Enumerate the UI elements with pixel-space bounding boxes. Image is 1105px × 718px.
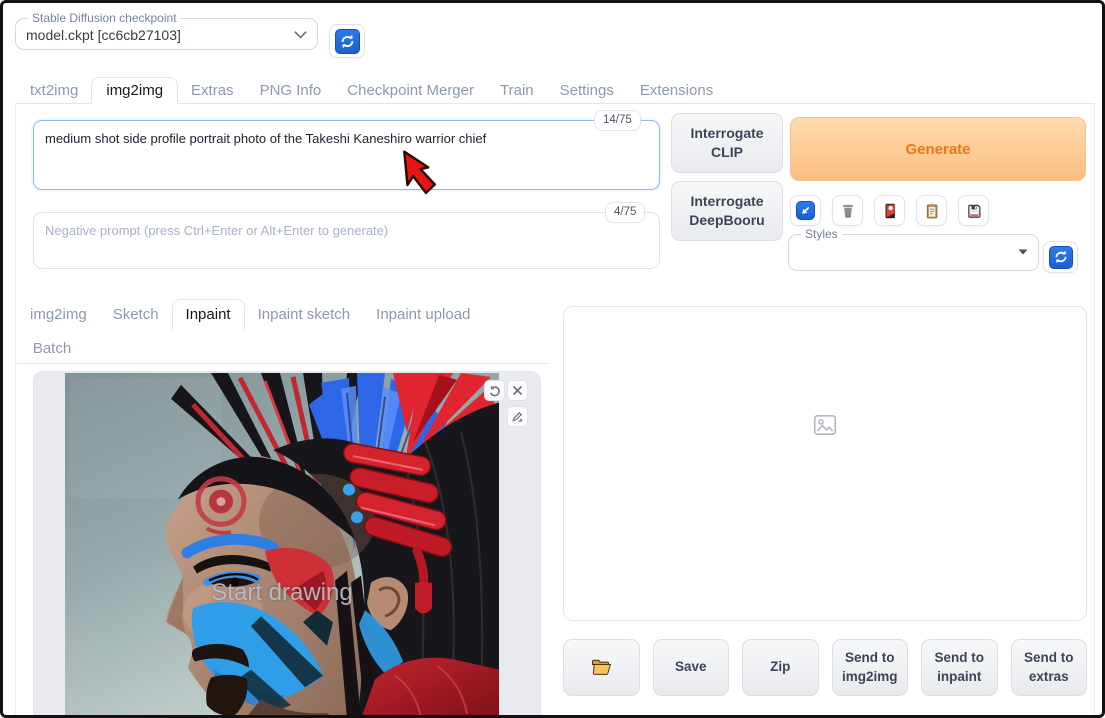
negative-token-counter: 4/75 xyxy=(605,202,646,223)
flower-card-icon xyxy=(881,202,899,220)
tab-txt2img[interactable]: txt2img xyxy=(17,77,91,103)
draw-brush-icon xyxy=(511,410,524,423)
generate-button[interactable]: Generate xyxy=(790,117,1086,181)
result-actions: Save Zip Send to img2img Send to inpaint… xyxy=(563,639,1087,696)
send-to-inpaint-button[interactable]: Send to inpaint xyxy=(921,639,998,696)
checkpoint-dropdown[interactable]: Stable Diffusion checkpoint model.ckpt [… xyxy=(15,11,318,50)
inpaint-canvas[interactable]: Start drawing xyxy=(33,371,541,715)
floppy-disk-icon xyxy=(965,202,983,220)
brush-tool-button[interactable] xyxy=(507,406,528,427)
clear-image-button[interactable] xyxy=(507,380,528,401)
chevron-down-icon xyxy=(294,31,307,39)
send-to-extras-button[interactable]: Send to extras xyxy=(1010,639,1087,696)
save-style-button[interactable] xyxy=(958,195,989,226)
undo-button[interactable] xyxy=(484,380,505,401)
open-folder-button[interactable] xyxy=(563,639,640,696)
apply-styles-button[interactable] xyxy=(916,195,947,226)
prompt-input[interactable]: medium shot side profile portrait photo … xyxy=(33,120,660,190)
subtab-inpaint-upload[interactable]: Inpaint upload xyxy=(363,299,483,330)
image-placeholder-icon xyxy=(812,412,838,443)
clear-prompt-button[interactable] xyxy=(832,195,863,226)
source-image xyxy=(65,373,499,715)
tab-extensions[interactable]: Extensions xyxy=(627,77,726,103)
prompt-toolbar xyxy=(790,195,989,226)
main-tab-bar: txt2img img2img Extras PNG Info Checkpoi… xyxy=(15,77,1095,104)
tab-png-info[interactable]: PNG Info xyxy=(247,77,335,103)
checkpoint-refresh-button[interactable] xyxy=(329,24,365,58)
read-params-button[interactable] xyxy=(790,195,821,226)
send-to-img2img-button[interactable]: Send to img2img xyxy=(831,639,908,696)
interrogate-deepbooru-button[interactable]: Interrogate DeepBooru xyxy=(671,181,783,241)
subtab-img2img[interactable]: img2img xyxy=(17,299,100,330)
close-icon xyxy=(512,385,523,396)
refresh-icon xyxy=(334,28,360,54)
subtab-inpaint-sketch[interactable]: Inpaint sketch xyxy=(245,299,364,330)
interrogate-clip-button[interactable]: Interrogate CLIP xyxy=(671,113,783,173)
subtab-divider xyxy=(17,363,548,364)
prompt-token-counter: 14/75 xyxy=(594,110,641,131)
extra-networks-button[interactable] xyxy=(874,195,905,226)
subtab-batch[interactable]: Batch xyxy=(17,334,87,363)
img2img-mode-tab-bar: img2img Sketch Inpaint Inpaint sketch In… xyxy=(17,299,548,363)
open-folder-icon xyxy=(591,659,612,676)
app-window: Stable Diffusion checkpoint model.ckpt [… xyxy=(0,0,1105,718)
checkpoint-label: Stable Diffusion checkpoint xyxy=(32,11,177,25)
tab-extras[interactable]: Extras xyxy=(178,77,247,103)
clipboard-icon xyxy=(923,202,941,220)
tab-train[interactable]: Train xyxy=(487,77,547,103)
negative-prompt-input[interactable] xyxy=(33,212,660,269)
arrow-down-left-icon xyxy=(796,201,815,220)
undo-icon xyxy=(488,384,501,397)
refresh-icon xyxy=(1048,245,1073,269)
tab-checkpoint-merger[interactable]: Checkpoint Merger xyxy=(334,77,487,103)
zip-button[interactable]: Zip xyxy=(742,639,819,696)
save-button[interactable]: Save xyxy=(652,639,729,696)
result-gallery xyxy=(563,306,1087,621)
styles-dropdown[interactable]: Styles xyxy=(788,227,1039,271)
subtab-sketch[interactable]: Sketch xyxy=(100,299,172,330)
trash-icon xyxy=(839,202,857,220)
dropdown-caret-icon xyxy=(1018,249,1028,255)
tab-img2img[interactable]: img2img xyxy=(91,77,179,104)
subtab-inpaint[interactable]: Inpaint xyxy=(171,299,245,330)
checkpoint-value: model.ckpt [cc6cb27103] xyxy=(26,27,181,43)
tab-settings[interactable]: Settings xyxy=(547,77,627,103)
styles-label: Styles xyxy=(805,227,838,241)
styles-refresh-button[interactable] xyxy=(1043,241,1078,273)
